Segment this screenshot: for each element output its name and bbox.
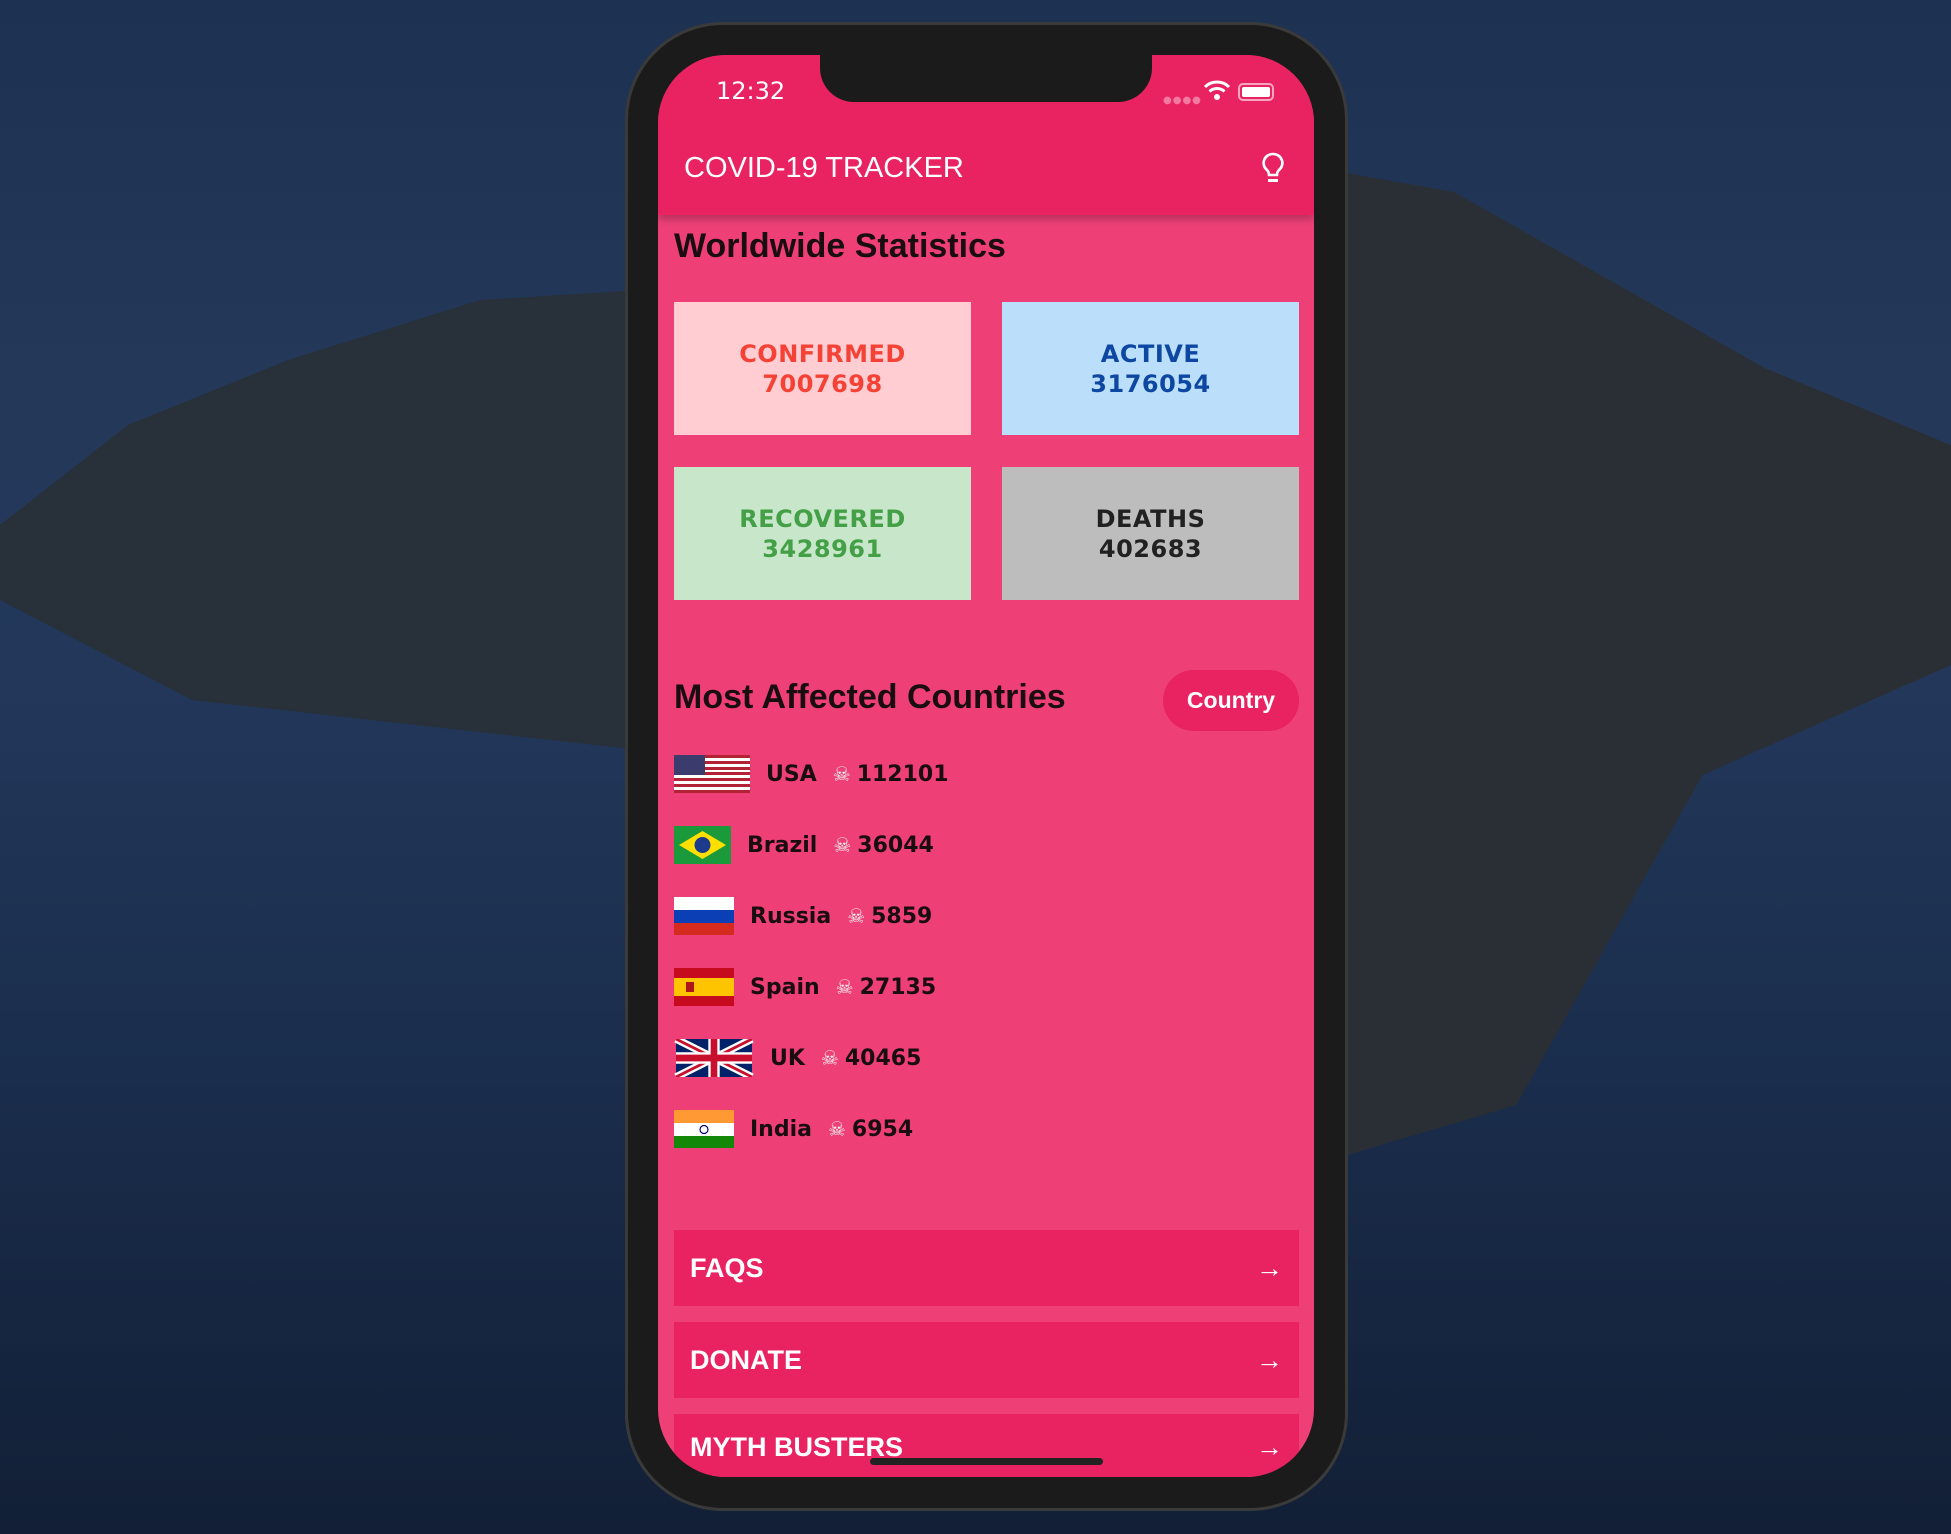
background-mountain-right xyxy=(1330,170,1951,1160)
country-name: UK xyxy=(770,1045,805,1071)
country-row-spain[interactable]: Spain ☠ 27135 xyxy=(674,968,936,1006)
brazil-flag-icon xyxy=(674,826,731,864)
cellular-signal-icon: ●●●● xyxy=(1163,95,1202,106)
russia-flag-icon xyxy=(674,897,734,935)
country-name: Russia xyxy=(750,903,832,929)
skull-icon: ☠ xyxy=(835,975,854,999)
arrow-right-icon: → xyxy=(1256,1432,1283,1462)
deaths-card: DEATHS 402683 xyxy=(1002,467,1299,600)
country-row-usa[interactable]: USA ☠ 112101 xyxy=(674,755,949,793)
recovered-card: RECOVERED 3428961 xyxy=(674,467,971,600)
country-deaths: 27135 xyxy=(859,974,937,1000)
card-label: CONFIRMED xyxy=(739,339,906,368)
country-name: India xyxy=(750,1116,812,1142)
battery-icon xyxy=(1238,83,1274,101)
country-name: Brazil xyxy=(747,832,818,858)
country-row-india[interactable]: India ☠ 6954 xyxy=(674,1110,913,1148)
country-row-russia[interactable]: Russia ☠ 5859 xyxy=(674,897,932,935)
lightbulb-icon[interactable] xyxy=(1260,151,1286,187)
status-time: 12:32 xyxy=(716,77,786,105)
card-value: 3176054 xyxy=(1090,369,1211,398)
usa-flag-icon xyxy=(674,755,750,793)
skull-icon: ☠ xyxy=(847,904,866,928)
wifi-icon xyxy=(1203,80,1231,100)
myth-busters-button[interactable]: MYTH BUSTERS → xyxy=(674,1414,1299,1477)
uk-flag-icon xyxy=(674,1039,754,1077)
skull-icon: ☠ xyxy=(833,833,852,857)
arrow-right-icon: → xyxy=(1256,1252,1283,1283)
nav-label: DONATE xyxy=(690,1344,802,1375)
country-name: Spain xyxy=(750,974,820,1000)
phone-frame: 12:32 ●●●● COVID-19 TRACKER Worldwide St… xyxy=(628,25,1345,1508)
skull-icon: ☠ xyxy=(832,762,851,786)
card-value: 7007698 xyxy=(762,369,883,398)
app-screen: 12:32 ●●●● COVID-19 TRACKER Worldwide St… xyxy=(658,55,1314,1477)
country-button[interactable]: Country xyxy=(1163,670,1299,731)
spain-flag-icon xyxy=(674,968,734,1006)
country-row-uk[interactable]: UK ☠ 40465 xyxy=(674,1039,921,1077)
country-deaths: 112101 xyxy=(856,761,949,787)
background-mountain-left xyxy=(0,290,640,750)
home-indicator[interactable] xyxy=(870,1458,1103,1465)
card-value: 3428961 xyxy=(762,534,883,563)
worldwide-heading: Worldwide Statistics xyxy=(674,227,1006,265)
active-card: ACTIVE 3176054 xyxy=(1002,302,1299,435)
country-deaths: 5859 xyxy=(871,903,933,929)
country-deaths: 40465 xyxy=(844,1045,922,1071)
card-label: RECOVERED xyxy=(739,504,906,533)
nav-label: FAQS xyxy=(690,1252,764,1283)
confirmed-card: CONFIRMED 7007698 xyxy=(674,302,971,435)
skull-icon: ☠ xyxy=(820,1046,839,1070)
country-row-brazil[interactable]: Brazil ☠ 36044 xyxy=(674,826,934,864)
arrow-right-icon: → xyxy=(1256,1344,1283,1375)
country-name: USA xyxy=(766,761,817,787)
india-flag-icon xyxy=(674,1110,734,1148)
most-affected-heading: Most Affected Countries xyxy=(674,678,1066,716)
card-value: 402683 xyxy=(1098,534,1203,563)
skull-icon: ☠ xyxy=(827,1117,846,1141)
donate-button[interactable]: DONATE → xyxy=(674,1322,1299,1398)
country-deaths: 36044 xyxy=(857,832,934,858)
card-label: DEATHS xyxy=(1095,504,1206,533)
country-deaths: 6954 xyxy=(851,1116,914,1142)
faqs-button[interactable]: FAQS → xyxy=(674,1230,1299,1306)
notch xyxy=(820,55,1152,102)
card-label: ACTIVE xyxy=(1100,339,1201,368)
app-title: COVID-19 TRACKER xyxy=(684,152,964,184)
